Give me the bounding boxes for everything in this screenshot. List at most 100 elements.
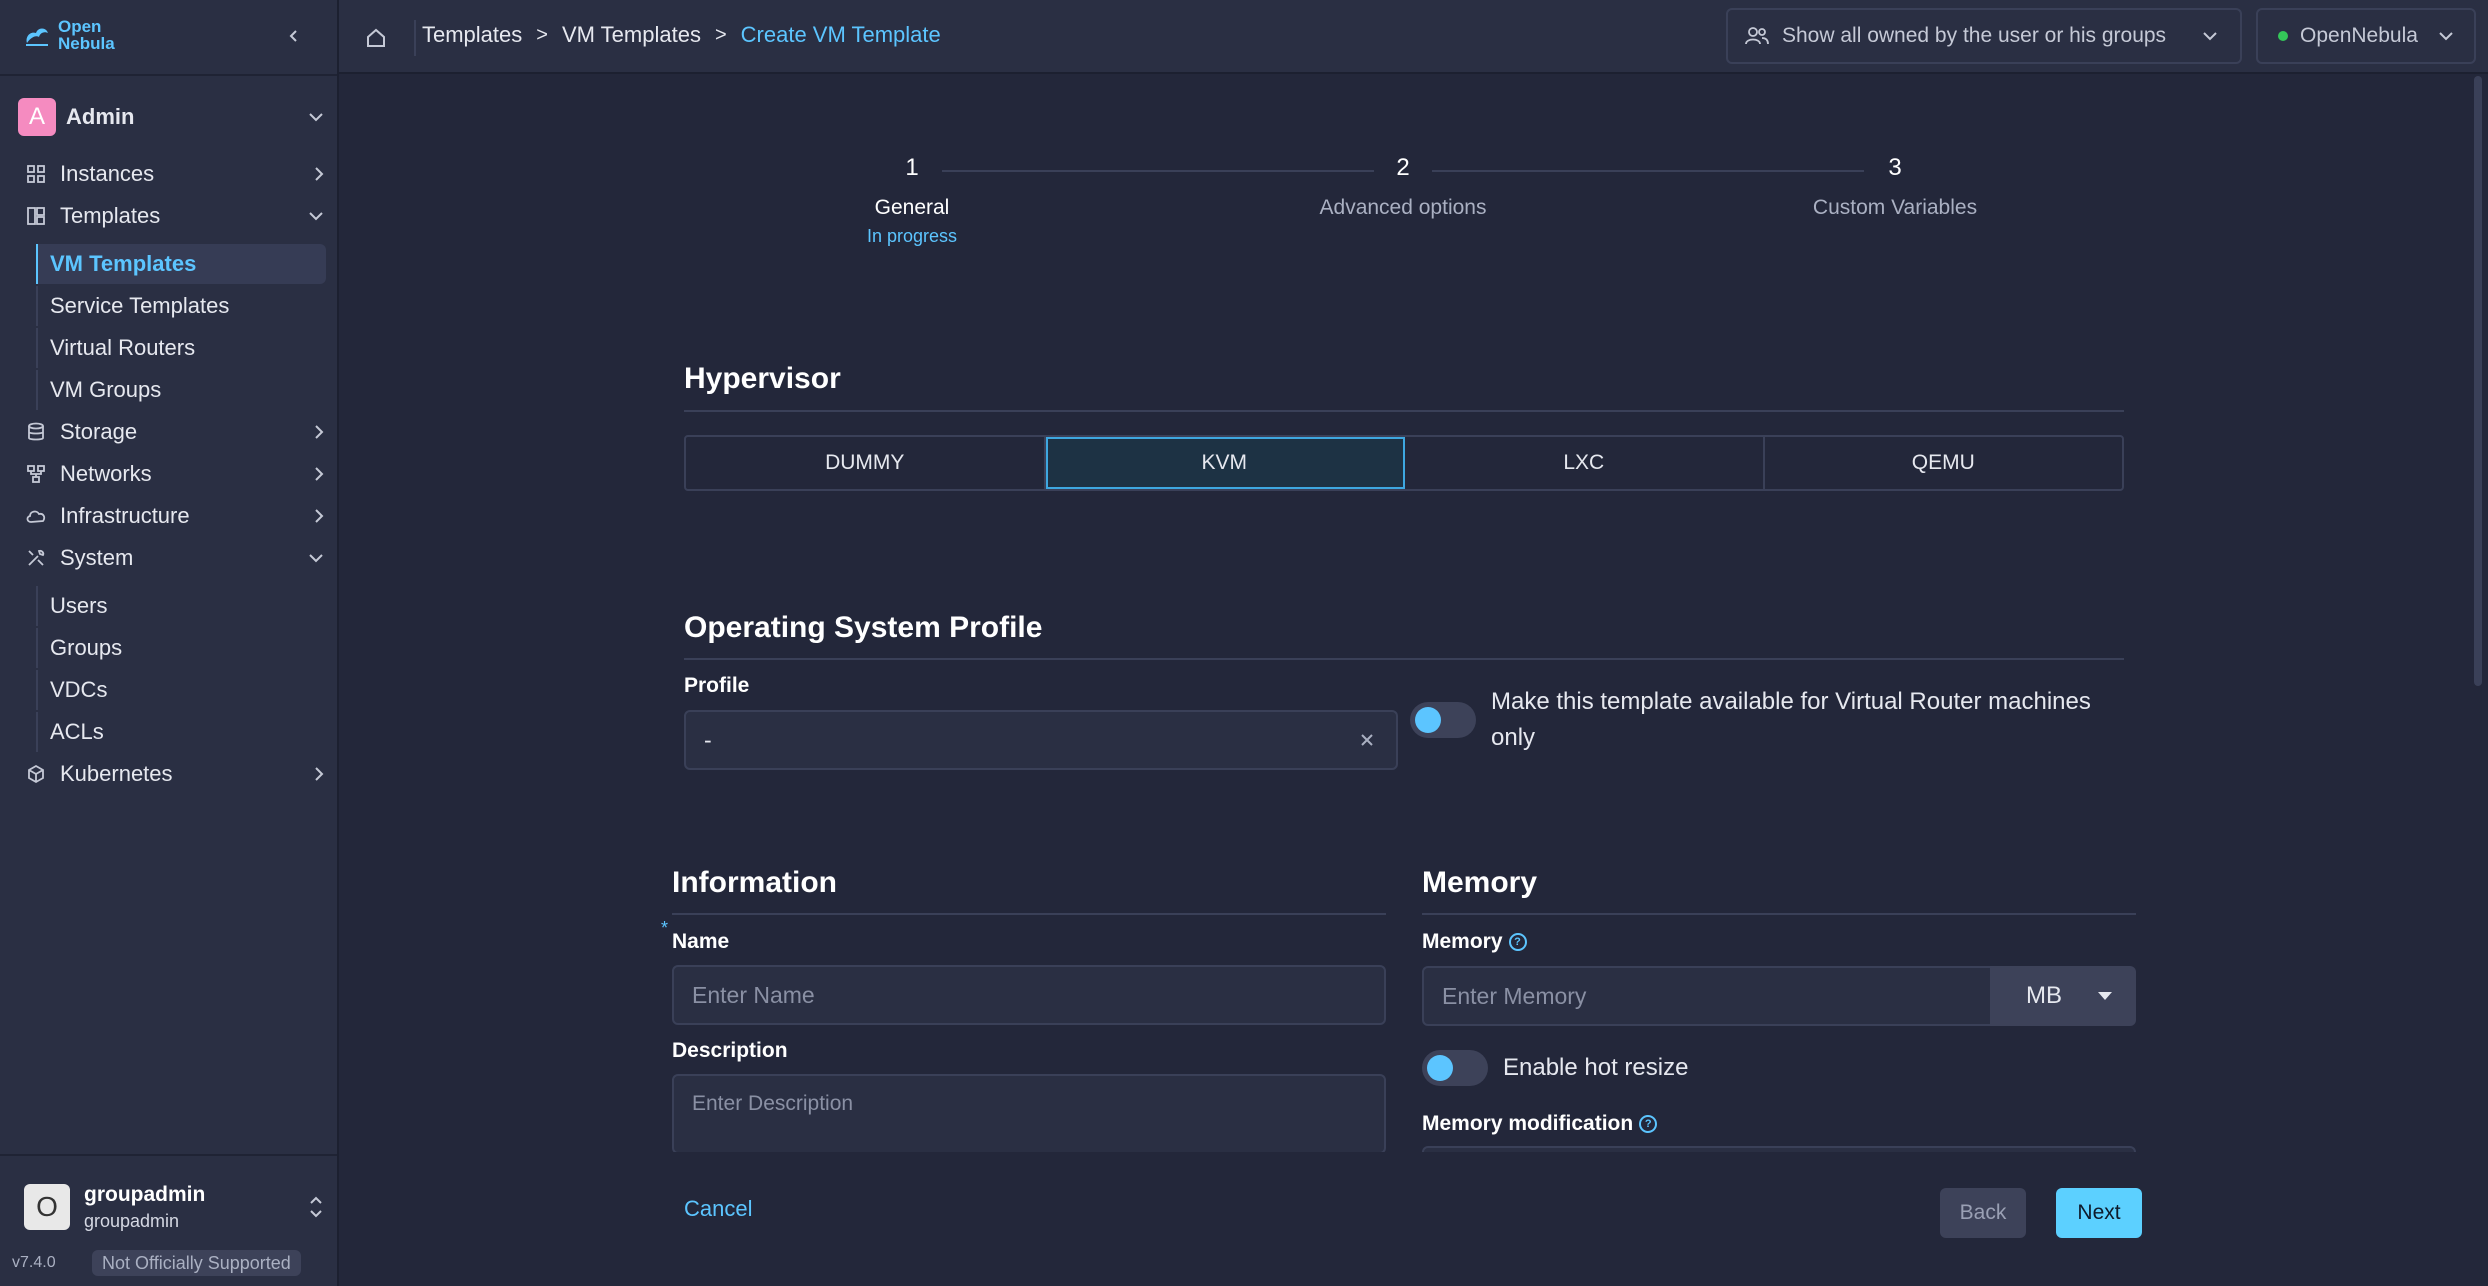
- divider: [672, 913, 1386, 915]
- virtual-router-toggle-label: Make this template available for Virtual…: [1491, 688, 2091, 751]
- hot-resize-toggle[interactable]: [1422, 1050, 1488, 1086]
- tools-icon: [24, 546, 48, 570]
- os-profile-heading: Operating System Profile: [684, 611, 1043, 644]
- nav-infrastructure[interactable]: Infrastructure: [24, 497, 324, 535]
- memory-unit-value: MB: [2026, 982, 2062, 1009]
- memory-unit-select[interactable]: MB: [1990, 966, 2136, 1026]
- nav-label: Storage: [60, 419, 138, 444]
- hypervisor-heading: Hypervisor: [684, 362, 841, 395]
- sidebar-item-vm-templates[interactable]: VM Templates: [36, 244, 326, 284]
- memory-modification-label-text: Memory modification: [1422, 1112, 1634, 1135]
- clear-icon[interactable]: [1360, 733, 1374, 747]
- virtual-router-toggle[interactable]: [1410, 702, 1476, 738]
- memory-field[interactable]: [1422, 966, 1992, 1026]
- memory-label: Memory?: [1422, 930, 1527, 954]
- hypervisor-option-kvm[interactable]: KVM: [1045, 437, 1405, 489]
- cloud-logo-icon: [26, 28, 48, 46]
- sidebar-item-acls[interactable]: ACLs: [36, 712, 326, 752]
- nav-label: Instances: [60, 161, 155, 186]
- nav-label: ACLs: [50, 719, 104, 744]
- profile-label: Profile: [684, 674, 750, 697]
- cube-icon: [24, 762, 48, 786]
- user-menu[interactable]: O groupadmin groupadmin: [24, 1180, 324, 1234]
- zone-label: OpenNebula: [2300, 24, 2418, 47]
- divider: [1422, 913, 2136, 915]
- sidebar-item-virtual-routers[interactable]: Virtual Routers: [36, 328, 326, 368]
- nav-kubernetes[interactable]: Kubernetes: [24, 755, 324, 793]
- breadcrumb-vm-templates[interactable]: VM Templates: [562, 22, 701, 48]
- hypervisor-selector: DUMMY KVM LXC QEMU: [684, 435, 2124, 491]
- nav-networks[interactable]: Networks: [24, 455, 324, 493]
- user-group: groupadmin: [84, 1210, 180, 1231]
- group-user-selector[interactable]: A Admin: [18, 98, 324, 136]
- required-indicator: *: [661, 918, 669, 938]
- help-icon[interactable]: ?: [1508, 933, 1527, 952]
- description-input[interactable]: [674, 1092, 1384, 1142]
- chevron-right-icon: [315, 509, 324, 523]
- chevron-down-icon: [2439, 32, 2453, 41]
- breadcrumb-templates[interactable]: Templates: [422, 22, 522, 48]
- chevron-right-icon: [315, 167, 324, 181]
- chevron-down-icon: [309, 554, 323, 563]
- hot-resize-label: Enable hot resize: [1503, 1054, 1689, 1081]
- chevron-right-icon: [315, 425, 324, 439]
- step-title: General: [874, 196, 950, 219]
- name-input[interactable]: [674, 981, 1384, 1009]
- zone-dropdown[interactable]: OpenNebula: [2256, 8, 2476, 64]
- memory-label-text: Memory: [1422, 930, 1503, 953]
- back-button[interactable]: Back: [1940, 1188, 2026, 1238]
- nav-label: VM Groups: [50, 377, 162, 402]
- avatar: O: [24, 1184, 70, 1230]
- step-number: 1: [905, 154, 919, 181]
- information-heading: Information: [672, 866, 837, 899]
- step-advanced-options[interactable]: 2 Advanced options: [1253, 154, 1553, 220]
- hypervisor-option-lxc[interactable]: LXC: [1405, 437, 1765, 489]
- cancel-button[interactable]: Cancel: [684, 1196, 752, 1222]
- templates-icon: [24, 204, 48, 228]
- step-custom-variables[interactable]: 3 Custom Variables: [1745, 154, 2045, 220]
- support-badge: Not Officially Supported: [92, 1250, 301, 1276]
- name-field[interactable]: [672, 965, 1386, 1025]
- nav-storage[interactable]: Storage: [24, 413, 324, 451]
- avatar: A: [18, 98, 56, 136]
- nav-templates[interactable]: Templates: [24, 197, 324, 235]
- sidebar-item-service-templates[interactable]: Service Templates: [36, 286, 326, 326]
- collapse-sidebar-button[interactable]: [280, 22, 308, 50]
- group-user-name: Admin: [66, 104, 135, 129]
- breadcrumb-separator: >: [714, 23, 727, 46]
- breadcrumb-current: Create VM Template: [740, 22, 941, 47]
- opennebula-logo[interactable]: Open Nebula: [24, 18, 115, 52]
- step-general[interactable]: 1 General In progress: [812, 154, 1012, 247]
- sidebar-item-vm-groups[interactable]: VM Groups: [36, 370, 326, 410]
- scrollbar[interactable]: [2474, 76, 2482, 686]
- next-button[interactable]: Next: [2056, 1188, 2142, 1238]
- divider: [0, 74, 337, 76]
- divider: [684, 410, 2124, 412]
- chevron-down-icon: [309, 212, 323, 221]
- home-icon: [367, 28, 385, 47]
- sidebar-item-users[interactable]: Users: [36, 586, 326, 626]
- chevron-down-icon: [2203, 32, 2217, 41]
- divider: [0, 1154, 337, 1156]
- nav-label: VDCs: [50, 677, 108, 702]
- nav-label: System: [60, 545, 134, 570]
- profile-select[interactable]: -: [684, 710, 1398, 770]
- hypervisor-option-qemu[interactable]: QEMU: [1765, 437, 2123, 489]
- nav-label: Infrastructure: [60, 503, 190, 528]
- logo-line-1: Open: [58, 17, 102, 36]
- description-field[interactable]: [672, 1074, 1386, 1154]
- zone-status-dot: [2278, 31, 2288, 41]
- nav-instances[interactable]: Instances: [24, 155, 324, 193]
- memory-input[interactable]: [1424, 982, 1990, 1010]
- nav-label: Service Templates: [50, 293, 230, 318]
- chevron-left-icon: [289, 30, 297, 42]
- hypervisor-option-dummy[interactable]: DUMMY: [686, 437, 1046, 489]
- nav-label: Kubernetes: [60, 761, 173, 786]
- nav-system[interactable]: System: [24, 539, 324, 577]
- chevron-right-icon: [315, 767, 324, 781]
- help-icon[interactable]: ?: [1639, 1115, 1658, 1134]
- ownership-filter-dropdown[interactable]: Show all owned by the user or his groups: [1726, 8, 2242, 64]
- sidebar-item-vdcs[interactable]: VDCs: [36, 670, 326, 710]
- sidebar-item-groups[interactable]: Groups: [36, 628, 326, 668]
- home-button[interactable]: [360, 22, 392, 54]
